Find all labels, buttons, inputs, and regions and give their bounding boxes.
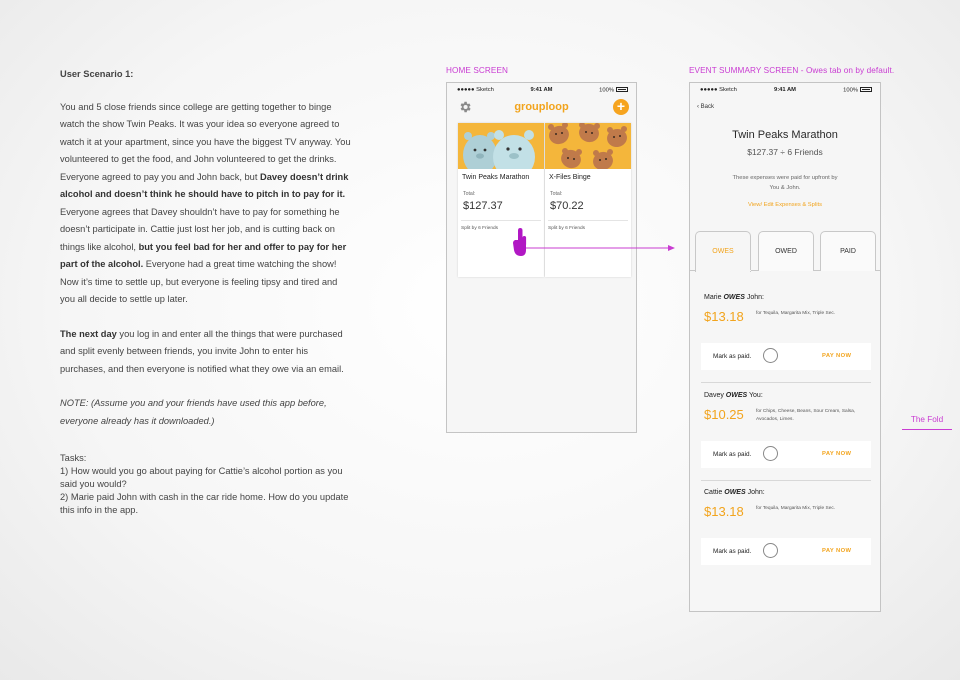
- divider: [701, 480, 871, 481]
- mark-as-paid-row: Mark as paid. PAY NOW: [701, 343, 871, 370]
- app-title: grouploop: [514, 101, 569, 113]
- bear-pattern-illustration: [545, 123, 631, 169]
- hand-pointer-icon: [513, 228, 527, 256]
- total-amount: $70.22: [550, 200, 584, 212]
- mark-as-paid-row: Mark as paid. PAY NOW: [701, 441, 871, 468]
- pay-now-button[interactable]: PAY NOW: [822, 451, 851, 457]
- pay-now-button[interactable]: PAY NOW: [822, 548, 851, 554]
- pay-now-button[interactable]: PAY NOW: [822, 353, 851, 359]
- battery-percent: 100%: [843, 87, 858, 94]
- event-name: Twin Peaks Marathon: [462, 174, 530, 181]
- tab-active-gap: [697, 270, 751, 271]
- debtor: Davey: [704, 392, 724, 399]
- scenario-text: User Scenario 1: You and 5 close friends…: [60, 66, 352, 517]
- battery: 100%: [599, 87, 628, 94]
- back-button[interactable]: ‹ Back: [697, 104, 714, 110]
- mark-as-paid-label: Mark as paid.: [713, 548, 752, 555]
- creditor: John:: [746, 294, 764, 301]
- task-1: 1) How would you go about paying for Cat…: [60, 466, 343, 489]
- owe-who: Cattie OWES John:: [704, 489, 765, 496]
- paid-by-info: These expenses were paid for upfront by …: [690, 173, 880, 193]
- total-label: Total:: [550, 191, 563, 197]
- fold-line: [902, 429, 952, 430]
- event-summary-screen: ●●●●● Sketch 9:41 AM 100% ‹ Back Twin Pe…: [689, 82, 881, 612]
- creditor: You:: [749, 392, 763, 399]
- view-edit-expenses-link[interactable]: View/ Edit Expenses & Splits: [690, 202, 880, 208]
- battery-icon: [860, 87, 872, 92]
- home-screen-label: HOME SCREEN: [446, 66, 509, 75]
- event-screen-label: EVENT SUMMARY SCREEN - Owes tab on by de…: [689, 66, 895, 75]
- owe-who: Marie OWES John:: [704, 294, 764, 301]
- scenario-paragraph-2: The next day you log in and enter all th…: [60, 326, 352, 379]
- mark-as-paid-checkbox[interactable]: [763, 543, 778, 558]
- tab-owed[interactable]: OWED: [758, 231, 814, 271]
- event-title: Twin Peaks Marathon: [732, 129, 838, 141]
- fold-label: The Fold: [910, 415, 944, 424]
- owe-who: Davey OWES You:: [704, 392, 763, 399]
- plus-icon[interactable]: +: [613, 99, 629, 115]
- tab-paid[interactable]: PAID: [820, 231, 876, 271]
- battery-icon: [616, 87, 628, 92]
- divider: [701, 382, 871, 383]
- tasks: Tasks: 1) How would you go about paying …: [60, 452, 352, 517]
- event-name: X-Files Binge: [549, 174, 591, 181]
- status-bar: ●●●●● Sketch 9:41 AM 100%: [447, 83, 636, 97]
- battery-percent: 100%: [599, 87, 614, 94]
- flow-arrow: [513, 228, 675, 256]
- task-2: 2) Marie paid John with cash in the car …: [60, 492, 349, 515]
- back-label: Back: [700, 104, 715, 110]
- owe-amount: $13.18: [704, 504, 744, 519]
- paid-by-line-1: These expenses were paid for upfront by: [732, 175, 838, 181]
- scenario-paragraph-1: You and 5 close friends since college ar…: [60, 99, 352, 309]
- battery: 100%: [843, 87, 872, 94]
- debtor: Cattie: [704, 489, 723, 496]
- paid-by-line-2: You & John.: [769, 185, 801, 191]
- owe-items: for Chips, Cheese, Beans, Sour Cream, Sa…: [756, 409, 856, 422]
- mark-as-paid-label: Mark as paid.: [713, 451, 752, 458]
- owes-verb: OWES: [723, 294, 745, 301]
- mark-as-paid-label: Mark as paid.: [713, 353, 752, 360]
- creditor: John:: [747, 489, 765, 496]
- scenario-p1-seg: You and 5 close friends since college ar…: [60, 101, 351, 182]
- owes-verb: OWES: [724, 489, 746, 496]
- owe-items: for Tequila, Margarita Mix, Triple Sec.: [756, 506, 836, 511]
- owe-amount: $13.18: [704, 309, 744, 324]
- scenario-heading: User Scenario 1:: [60, 69, 134, 79]
- owe-items: for Tequila, Margarita Mix, Triple Sec.: [756, 311, 836, 316]
- bear-illustration: [458, 123, 544, 169]
- event-subtitle: $127.37 ÷ 6 Friends: [747, 147, 823, 157]
- total-amount: $127.37: [463, 200, 503, 212]
- mark-as-paid-row: Mark as paid. PAY NOW: [701, 538, 871, 565]
- status-bar: ●●●●● Sketch 9:41 AM 100%: [690, 83, 880, 97]
- owes-verb: OWES: [725, 392, 748, 399]
- total-label: Total:: [463, 191, 476, 197]
- scenario-note: NOTE: (Assume you and your friends have …: [60, 398, 327, 426]
- debtor: Marie: [704, 294, 722, 301]
- mark-as-paid-checkbox[interactable]: [763, 446, 778, 461]
- scenario-p2-bold: The next day: [60, 328, 117, 339]
- tab-owes[interactable]: OWES: [695, 231, 751, 272]
- owe-amount: $10.25: [704, 407, 744, 422]
- mark-as-paid-checkbox[interactable]: [763, 348, 778, 363]
- tasks-heading: Tasks:: [60, 453, 87, 463]
